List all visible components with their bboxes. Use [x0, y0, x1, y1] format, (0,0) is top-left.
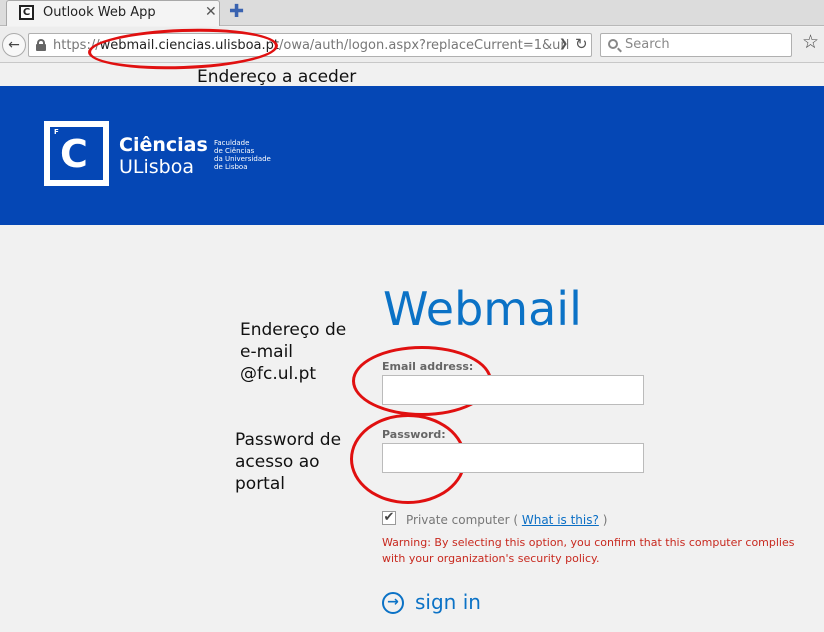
arrow-circle-icon: → — [382, 592, 404, 614]
chevron-down-icon[interactable]: ❯ — [559, 37, 568, 50]
address-bar[interactable]: https://webmail.ciencias.ulisboa.pt/owa/… — [28, 33, 592, 57]
url-text: https://webmail.ciencias.ulisboa.pt/owa/… — [53, 38, 569, 53]
password-field[interactable] — [382, 443, 644, 473]
private-computer-text: Private computer ( — [406, 513, 519, 527]
tab-title: Outlook Web App — [43, 5, 156, 20]
email-annotation-line: @fc.ul.pt — [240, 364, 317, 384]
new-tab-icon[interactable]: ✚ — [229, 1, 244, 22]
what-is-this-link[interactable]: What is this? — [522, 513, 599, 527]
lock-icon — [36, 39, 46, 51]
favicon-icon: C — [19, 5, 34, 20]
url-host: webmail.ciencias.ulisboa.pt — [99, 38, 279, 53]
email-label: Email address: — [382, 360, 474, 373]
security-warning: Warning: By selecting this option, you c… — [382, 536, 795, 565]
email-annotation-line: Endereço de — [240, 320, 347, 340]
ciencias-logo: F C — [44, 121, 109, 186]
private-computer-checkbox[interactable]: ✔ — [382, 511, 396, 525]
password-annotation: Password de acesso ao portal — [235, 429, 341, 495]
password-annotation-line: Password de — [235, 430, 342, 450]
email-annotation: Endereço de e-mail @fc.ul.pt — [240, 319, 346, 385]
url-prefix: https:// — [53, 38, 100, 53]
email-field[interactable] — [382, 375, 644, 405]
browser-tab[interactable]: C Outlook Web App ✕ — [6, 0, 220, 26]
password-annotation-line: portal — [235, 474, 285, 494]
email-annotation-line: e-mail — [240, 342, 294, 362]
private-computer-label: Private computer ( What is this? ) — [406, 513, 607, 527]
close-tab-icon[interactable]: ✕ — [205, 4, 217, 20]
search-input[interactable] — [625, 37, 785, 52]
brand-name: Ciências ULisboa — [119, 134, 208, 178]
tab-bar: C Outlook Web App ✕ ✚ — [0, 0, 824, 26]
bookmark-star-icon[interactable]: ☆ — [802, 31, 819, 53]
search-bar[interactable] — [600, 33, 792, 57]
brand-subtitle: Faculdade de Ciências da Universidade de… — [214, 139, 271, 171]
brand-line: ULisboa — [119, 156, 194, 178]
url-path: /owa/auth/logon.aspx?replaceCurrent=1&ur… — [279, 38, 570, 53]
back-arrow-icon[interactable]: ← — [2, 33, 26, 57]
sign-in-label: sign in — [415, 590, 481, 614]
logo-letter: C — [60, 132, 88, 176]
navigation-bar: ← https://webmail.ciencias.ulisboa.pt/ow… — [0, 27, 824, 63]
header-banner: F C Ciências ULisboa Faculdade de Ciênci… — [0, 86, 824, 225]
page-title: Webmail — [383, 282, 582, 336]
reload-icon[interactable]: ↻ — [575, 35, 588, 53]
search-icon — [608, 39, 618, 49]
brand-line: Ciências — [119, 134, 208, 156]
password-annotation-line: acesso ao — [235, 452, 320, 472]
logo-small-letter: F — [54, 128, 59, 136]
address-annotation: Endereço a aceder — [197, 67, 357, 87]
close-paren: ) — [602, 513, 608, 527]
password-label: Password: — [382, 428, 446, 441]
